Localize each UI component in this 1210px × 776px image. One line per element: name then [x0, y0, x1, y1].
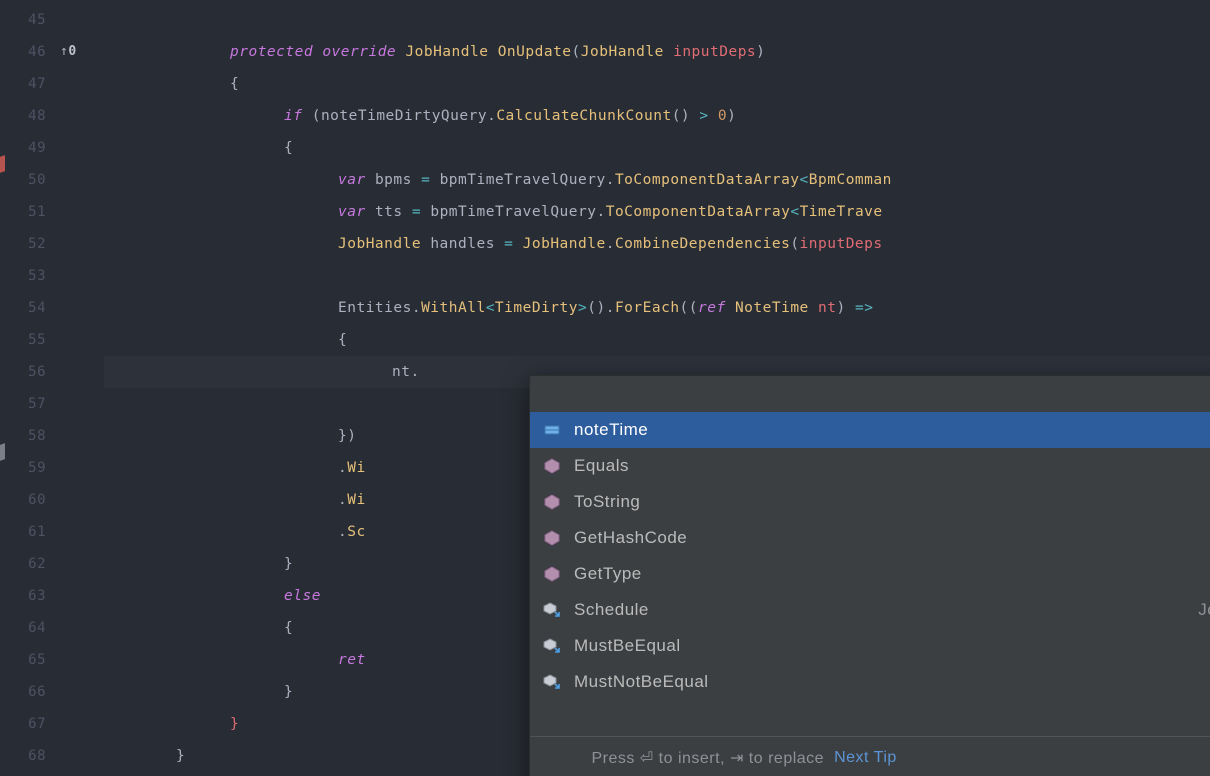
marker-row [60, 484, 104, 516]
completion-name: GetType [574, 564, 1210, 584]
line-number: 66 [0, 676, 60, 708]
line-number: 63 [0, 580, 60, 612]
marker-row [60, 420, 104, 452]
completion-name: MustNotBeEqual [574, 672, 1210, 692]
completion-item[interactable]: ScheduleJobHandle [530, 592, 1210, 628]
code-editor[interactable]: 4546474849505152535455565758596061626364… [0, 0, 1210, 776]
marker-row [60, 676, 104, 708]
marker-row [60, 548, 104, 580]
line-number: 54 [0, 292, 60, 324]
line-number: 49 [0, 132, 60, 164]
ext-icon [540, 598, 564, 622]
completion-item[interactable]: Equalsbool [530, 448, 1210, 484]
left-error-stripe [0, 0, 6, 776]
footer-hint: Press ⏎ to insert, ⇥ to replace [542, 730, 824, 776]
completion-name: ToString [574, 492, 1210, 512]
completion-footer: Press ⏎ to insert, ⇥ to replace Next Tip… [530, 736, 1210, 776]
marker-row [60, 196, 104, 228]
code-line[interactable]: var tts = bpmTimeTravelQuery.ToComponent… [104, 196, 1210, 228]
line-number: 61 [0, 516, 60, 548]
next-tip-link[interactable]: Next Tip [834, 749, 897, 767]
completion-item[interactable]: GetTypeType [530, 556, 1210, 592]
code-line[interactable]: { [104, 68, 1210, 100]
marker-row [60, 356, 104, 388]
marker-row [60, 68, 104, 100]
error-marker [0, 155, 5, 173]
line-number: 57 [0, 388, 60, 420]
line-number: 55 [0, 324, 60, 356]
marker-row [60, 100, 104, 132]
marker-row [60, 612, 104, 644]
completion-name: noteTime [574, 420, 1210, 440]
completion-popup[interactable]: noteTimefloatEqualsboolToStringstringGet… [529, 375, 1210, 776]
line-number: 68 [0, 740, 60, 772]
marker-row [60, 516, 104, 548]
marker-row [60, 164, 104, 196]
marker-row [60, 132, 104, 164]
completion-name: Schedule [574, 600, 1198, 620]
line-number: 51 [0, 196, 60, 228]
marker-row [60, 644, 104, 676]
line-number: 59 [0, 452, 60, 484]
line-number: 62 [0, 548, 60, 580]
completion-type: JobHandle [1198, 600, 1210, 620]
line-number: 56 [0, 356, 60, 388]
marker-row [60, 388, 104, 420]
warn-marker [0, 443, 5, 461]
marker-row [60, 708, 104, 740]
line-number: 58 [0, 420, 60, 452]
line-number: 50 [0, 164, 60, 196]
marker-row [60, 324, 104, 356]
completion-item[interactable]: ToStringstring [530, 484, 1210, 520]
line-number: 48 [0, 100, 60, 132]
method-icon [540, 562, 564, 586]
line-number: 60 [0, 484, 60, 516]
code-line[interactable]: if (noteTimeDirtyQuery.CalculateChunkCou… [104, 100, 1210, 132]
code-line[interactable]: { [104, 132, 1210, 164]
marker-column: ↑0 [60, 0, 104, 776]
marker-row [60, 260, 104, 292]
line-number: 53 [0, 260, 60, 292]
marker-row [60, 4, 104, 36]
tab-icon: ⇥ [730, 750, 744, 767]
ext-icon [540, 670, 564, 694]
line-number: 46 [0, 36, 60, 68]
code-line[interactable]: Entities.WithAll<TimeDirty>().ForEach((r… [104, 292, 1210, 324]
line-number: 67 [0, 708, 60, 740]
completion-name: MustBeEqual [574, 636, 1210, 656]
method-icon [540, 454, 564, 478]
completion-item[interactable]: noteTimefloat [530, 412, 1210, 448]
completion-name: Equals [574, 456, 1210, 476]
method-icon [540, 490, 564, 514]
code-line[interactable] [104, 260, 1210, 292]
method-icon [540, 526, 564, 550]
line-number: 52 [0, 228, 60, 260]
completion-name: GetHashCode [574, 528, 1210, 548]
line-number-gutter: 4546474849505152535455565758596061626364… [0, 0, 60, 776]
code-area[interactable]: protected override JobHandle OnUpdate(Jo… [104, 0, 1210, 776]
marker-row: ↑0 [60, 36, 104, 68]
enter-icon: ⏎ [640, 750, 654, 767]
ext-icon [540, 634, 564, 658]
completion-item[interactable]: GetHashCodeint [530, 520, 1210, 556]
marker-row [60, 452, 104, 484]
marker-row [60, 740, 104, 772]
completion-item[interactable]: MustBeEqual [530, 628, 1210, 664]
field-icon [540, 418, 564, 442]
line-number: 65 [0, 644, 60, 676]
code-line[interactable]: protected override JobHandle OnUpdate(Jo… [104, 36, 1210, 68]
completion-item[interactable]: MustNotBeEqual [530, 664, 1210, 700]
marker-row [60, 580, 104, 612]
line-number: 64 [0, 612, 60, 644]
code-line[interactable]: var bpms = bpmTimeTravelQuery.ToComponen… [104, 164, 1210, 196]
line-number: 47 [0, 68, 60, 100]
code-line[interactable]: JobHandle handles = JobHandle.CombineDep… [104, 228, 1210, 260]
code-line[interactable]: { [104, 324, 1210, 356]
marker-row [60, 292, 104, 324]
marker-row [60, 228, 104, 260]
line-number: 45 [0, 4, 60, 36]
